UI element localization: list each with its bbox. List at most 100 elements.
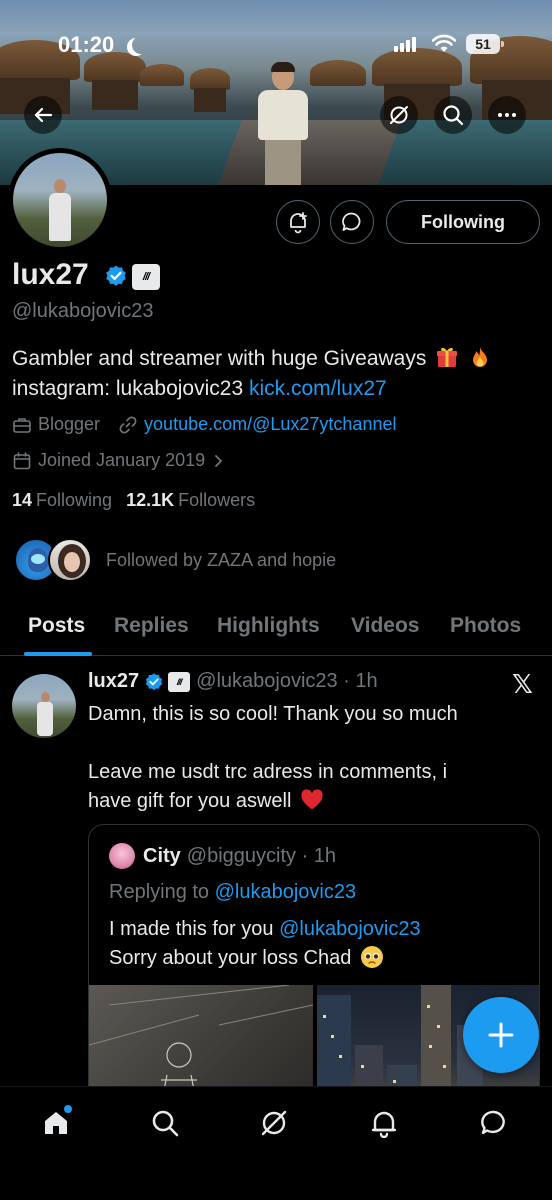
battery-indicator: 51 bbox=[466, 34, 504, 54]
tab-posts[interactable]: Posts bbox=[28, 614, 85, 638]
followed-by-row[interactable]: Followed by ZAZA and hopie bbox=[14, 538, 336, 582]
tab-videos[interactable]: Videos bbox=[351, 614, 419, 638]
calendar-icon bbox=[13, 451, 31, 469]
post-text-line: have gift for you aswell bbox=[88, 787, 528, 816]
affiliate-badge[interactable]: /// bbox=[132, 264, 160, 290]
search-icon bbox=[443, 105, 464, 126]
search-icon bbox=[152, 1110, 179, 1137]
profile-joined: Joined January 2019 bbox=[38, 450, 206, 470]
quote-text-segment: I made this for you bbox=[109, 918, 274, 940]
signal-icon bbox=[394, 37, 416, 52]
post-author-handle: @lukabojovic23 · 1h bbox=[196, 670, 378, 692]
verified-icon[interactable] bbox=[104, 264, 128, 288]
message-button[interactable] bbox=[330, 200, 374, 244]
profile-avatar[interactable] bbox=[8, 148, 112, 252]
following-button[interactable]: Following bbox=[386, 200, 540, 244]
post-text-line: Leave me usdt trc adress in comments, i bbox=[88, 761, 448, 783]
plus-icon bbox=[488, 1022, 514, 1048]
quote-text-line: I made this for you @lukabojovic23 bbox=[109, 915, 529, 944]
link-icon bbox=[119, 416, 137, 433]
grok-icon bbox=[390, 106, 408, 124]
following-label: Following bbox=[36, 490, 113, 510]
gift-icon bbox=[437, 347, 458, 367]
chevron-right-icon bbox=[215, 454, 223, 467]
replying-prefix: Replying to bbox=[109, 881, 210, 903]
arrow-left-icon bbox=[34, 107, 53, 123]
back-button[interactable] bbox=[24, 96, 62, 134]
banner-person bbox=[250, 60, 316, 185]
nav-home[interactable] bbox=[36, 1103, 76, 1143]
quoted-post[interactable]: City @bigguycity · 1h Replying to @lukab… bbox=[88, 824, 540, 1114]
pleading-face-icon bbox=[360, 946, 383, 968]
replying-handle[interactable]: @lukabojovic23 bbox=[215, 881, 357, 903]
profile-name: lux27 bbox=[12, 258, 89, 291]
post-text-segment: have gift for you aswell bbox=[88, 790, 292, 812]
status-bar: 01:20 51 bbox=[0, 28, 552, 64]
bio-instagram: instagram: lukabojovic23 bbox=[12, 377, 244, 400]
verified-icon bbox=[145, 672, 163, 690]
affiliate-badge: /// bbox=[168, 671, 191, 692]
following-count: 14 bbox=[12, 490, 33, 510]
banner-hut bbox=[140, 64, 184, 86]
affiliate-logo: /// bbox=[142, 271, 150, 283]
profile-handle: @lukabojovic23 bbox=[12, 300, 154, 322]
messages-icon bbox=[481, 1110, 505, 1135]
heart-icon bbox=[301, 789, 323, 810]
profile-category: Blogger bbox=[38, 414, 101, 434]
grok-button[interactable] bbox=[380, 96, 418, 134]
x-logo-icon: 𝕏 bbox=[512, 670, 533, 700]
grok-icon bbox=[261, 1110, 287, 1136]
more-icon bbox=[498, 113, 516, 117]
briefcase-icon bbox=[13, 417, 31, 433]
post-text: Damn, this is so cool! Thank you so much… bbox=[88, 700, 528, 816]
post-header: lux27 /// @lukabojovic23 · 1h bbox=[88, 670, 378, 693]
notify-button[interactable] bbox=[276, 200, 320, 244]
followers-count-link[interactable]: 12.1K Followers bbox=[126, 490, 255, 511]
tab-photos[interactable]: Photos bbox=[450, 614, 521, 638]
banner-hut-body bbox=[194, 88, 226, 112]
tab-replies[interactable]: Replies bbox=[114, 614, 189, 638]
profile-tabs: Posts Replies Highlights Videos Photos bbox=[0, 608, 552, 656]
profile-joined-row[interactable]: Joined January 2019 bbox=[12, 450, 225, 471]
home-notification-dot bbox=[64, 1105, 72, 1113]
tab-highlights[interactable]: Highlights bbox=[217, 614, 320, 638]
wifi-icon bbox=[432, 34, 456, 52]
bottom-nav bbox=[0, 1086, 552, 1200]
quote-text-segment: Sorry about your loss Chad bbox=[109, 947, 352, 969]
message-icon bbox=[342, 212, 361, 231]
fire-icon bbox=[473, 347, 488, 367]
post-avatar[interactable] bbox=[12, 674, 76, 738]
quote-mention[interactable]: @lukabojovic23 bbox=[279, 918, 421, 940]
bio-kick-link[interactable]: kick.com/lux27 bbox=[249, 377, 387, 400]
quote-header: City @bigguycity · 1h bbox=[109, 843, 336, 869]
profile-bio: Gambler and streamer with huge Giveaways… bbox=[12, 344, 542, 404]
profile-website[interactable]: youtube.com/@Lux27ytchannel bbox=[144, 414, 396, 435]
quote-text-line: Sorry about your loss Chad bbox=[109, 944, 529, 973]
more-button[interactable] bbox=[488, 96, 526, 134]
followers-label: Followers bbox=[178, 490, 256, 510]
bio-line-1: Gambler and streamer with huge Giveaways bbox=[12, 344, 542, 374]
followed-by-text: Followed by ZAZA and hopie bbox=[106, 549, 337, 570]
nav-grok[interactable] bbox=[254, 1103, 294, 1143]
status-time: 01:20 bbox=[58, 32, 115, 57]
nav-messages[interactable] bbox=[474, 1103, 514, 1143]
nav-search[interactable] bbox=[145, 1103, 185, 1143]
tab-active-indicator bbox=[24, 652, 92, 656]
compose-button[interactable] bbox=[463, 997, 539, 1073]
post-author-name[interactable]: lux27 bbox=[88, 670, 139, 693]
bio-line-2: instagram: lukabojovic23 kick.com/lux27 bbox=[12, 374, 542, 404]
following-count-link[interactable]: 14 Following bbox=[12, 490, 112, 511]
profile-meta-row: Blogger youtube.com/@Lux27ytchannel bbox=[12, 414, 396, 435]
banner-hut bbox=[190, 68, 230, 90]
bio-text: Gambler and streamer with huge Giveaways bbox=[12, 347, 427, 370]
post-text-line: Damn, this is so cool! Thank you so much bbox=[88, 703, 458, 725]
quote-text: I made this for you @lukabojovic23 Sorry… bbox=[109, 915, 529, 973]
notifications-icon bbox=[371, 1111, 397, 1138]
followers-count: 12.1K bbox=[126, 490, 175, 510]
nav-notifications[interactable] bbox=[364, 1103, 404, 1143]
quote-avatar bbox=[109, 843, 135, 869]
search-button[interactable] bbox=[434, 96, 472, 134]
quote-replying-to: Replying to @lukabojovic23 bbox=[109, 881, 356, 904]
bell-plus-icon bbox=[290, 212, 307, 234]
follow-counts: 14 Following 12.1K Followers bbox=[12, 490, 255, 511]
